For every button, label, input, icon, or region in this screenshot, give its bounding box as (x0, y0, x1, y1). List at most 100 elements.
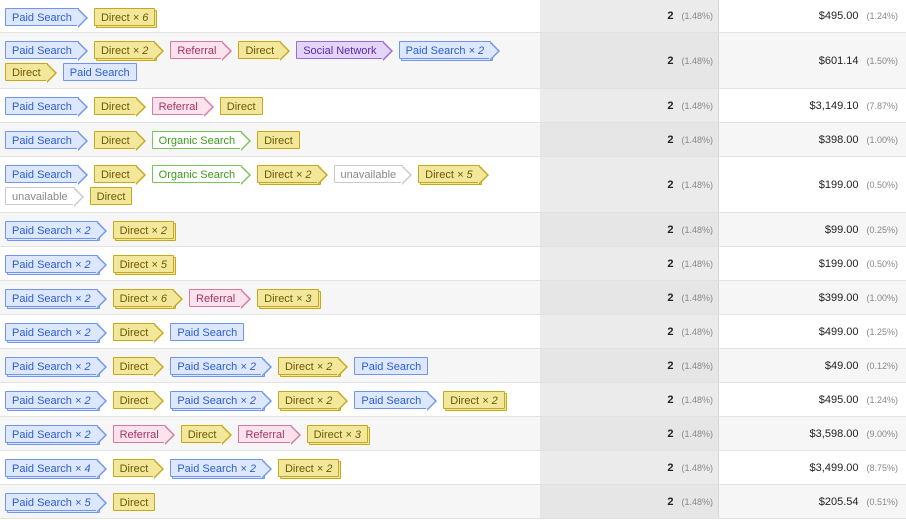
channel-chip-direct[interactable]: Direct (89, 187, 133, 205)
table-row[interactable]: Paid Search × 2 Direct × 6 Referral Direct … (0, 281, 906, 315)
channel-chip-direct[interactable]: Direct (112, 323, 165, 343)
table-row[interactable]: Paid Search Direct Organic Search Direct 2 (1… (0, 123, 906, 157)
channel-chip-direct[interactable]: Direct (5, 63, 57, 83)
channel-chip-paid-search[interactable]: Paid Search × 2 (5, 357, 107, 377)
channel-chip-direct[interactable]: Direct (112, 391, 165, 411)
channel-chip-unavailable[interactable]: unavailable (333, 165, 412, 185)
channel-label: Referral (158, 101, 198, 113)
channel-label: unavailable (340, 169, 397, 181)
table-row[interactable]: Paid Search × 2 Direct Paid Search × 2 Dire… (0, 383, 906, 417)
channel-chip-paid-search[interactable]: Paid Search (354, 357, 429, 375)
conversion-value: $99.00 (824, 223, 859, 236)
channel-chip-referral[interactable]: Referral (112, 425, 175, 445)
channel-chip-paid-search[interactable]: Paid Search (5, 41, 88, 61)
channel-chip-paid-search[interactable]: Paid Search (62, 63, 137, 81)
channel-chip-direct[interactable]: Direct (93, 131, 146, 151)
channel-label: Social Network (303, 45, 377, 57)
channel-chip-direct[interactable]: Direct (112, 459, 165, 479)
channel-chip-direct[interactable]: Direct (257, 131, 300, 149)
channel-chip-paid-search[interactable]: Paid Search (5, 97, 88, 117)
table-row[interactable]: Paid Search × 2 Referral Direct Referral Dir… (0, 417, 906, 451)
channel-chip-direct[interactable]: Direct × 2 (93, 41, 165, 61)
channel-chip-paid-search[interactable]: Paid Search × 2 (5, 391, 107, 411)
channel-label: Direct (284, 361, 314, 373)
channel-chip-paid-search[interactable]: Paid Search (5, 165, 88, 185)
channel-chip-paid-search[interactable]: Paid Search (5, 7, 88, 28)
channel-chip-referral[interactable]: Referral (238, 425, 301, 445)
channel-chip-direct[interactable]: Direct × 3 (306, 425, 368, 443)
channel-chip-social-network[interactable]: Social Network (296, 41, 393, 61)
channel-label: Direct (119, 327, 149, 339)
channel-chip-direct[interactable]: Direct × 2 (112, 221, 175, 239)
channel-chip-paid-search[interactable]: Paid Search × 2 (5, 289, 107, 309)
channel-chip-paid-search[interactable]: Paid Search (5, 131, 88, 151)
conversions-percent: (1.48%) (681, 496, 713, 507)
channel-label: Paid Search (12, 327, 72, 339)
conversions-cell: 2 (1.48%) (540, 247, 719, 280)
table-row[interactable]: Paid Search Direct Referral Direct 2 (1.48%) $… (0, 89, 906, 123)
channel-multiplier: × 3 (295, 293, 312, 305)
table-row[interactable]: Paid Search × 2 Direct × 2 2 (1.48%) $99.00(… (0, 213, 906, 247)
channel-chip-paid-search[interactable]: Paid Search (354, 391, 438, 411)
table-row[interactable]: Paid Search × 2 Direct Paid Search × 2 Dire… (0, 349, 906, 383)
channel-chip-paid-search[interactable]: Paid Search × 2 (5, 323, 107, 343)
table-row[interactable]: Paid Search × 2 Direct Paid Search 2 (1.48%)… (0, 315, 906, 349)
channel-chip-paid-search[interactable]: Paid Search × 2 (170, 391, 272, 411)
channel-chip-direct[interactable]: Direct × 3 (257, 289, 319, 307)
conversion-value: $601.14 (818, 54, 859, 67)
channel-label: Paid Search (12, 361, 72, 373)
channel-chip-direct[interactable]: Direct × 2 (257, 165, 328, 185)
table-row[interactable]: Paid Search Direct × 2 Referral Direct Socia… (0, 33, 906, 89)
channel-chip-direct[interactable]: Direct × 2 (277, 357, 349, 377)
channel-label: Direct (313, 429, 343, 441)
channel-chip-direct[interactable]: Direct (238, 41, 290, 61)
channel-chip-paid-search[interactable]: Paid Search × 5 (5, 493, 107, 513)
channel-multiplier: × 2 (75, 259, 91, 271)
channel-multiplier: × 2 (75, 225, 91, 237)
channel-chip-paid-search[interactable]: Paid Search × 2 (5, 221, 107, 241)
channel-chip-paid-search[interactable]: Paid Search × 2 (398, 41, 500, 61)
channel-chip-unavailable[interactable]: unavailable (5, 187, 84, 207)
conversions-percent: (1.48%) (681, 100, 713, 111)
channel-chip-direct[interactable]: Direct (93, 97, 146, 117)
table-row[interactable]: Paid Search Direct Organic Search Direct × … (0, 157, 906, 213)
channel-chip-direct[interactable]: Direct × 2 (277, 459, 340, 477)
channel-chip-direct[interactable]: Direct × 5 (112, 255, 175, 273)
conversion-value-percent: (0.50%) (866, 179, 898, 190)
conversion-value: $3,149.10 (809, 99, 859, 112)
channel-chip-direct[interactable]: Direct × 5 (418, 165, 490, 185)
channel-chip-paid-search[interactable]: Paid Search × 2 (170, 357, 272, 377)
channel-label: Paid Search (405, 45, 466, 57)
channel-chip-paid-search[interactable]: Paid Search × 4 (5, 459, 107, 479)
conversions-cell: 2 (1.48%) (540, 315, 719, 348)
channel-label: Direct (119, 361, 149, 373)
channel-label: Direct (264, 293, 293, 305)
channel-chip-organic-search[interactable]: Organic Search (151, 165, 252, 185)
table-row[interactable]: Paid Search × 4 Direct Paid Search × 2 Dire… (0, 451, 906, 485)
channel-chip-paid-search[interactable]: Paid Search × 2 (5, 425, 107, 445)
channel-label: Paid Search (361, 395, 422, 407)
channel-chip-referral[interactable]: Referral (189, 289, 252, 309)
table-row[interactable]: Paid Search × 5 Direct 2 (1.48%) $205.54 (0.5… (0, 485, 906, 519)
channel-chip-direct[interactable]: Direct (112, 493, 156, 511)
channel-chip-direct[interactable]: Direct (112, 357, 165, 377)
channel-chip-referral[interactable]: Referral (170, 41, 233, 61)
channel-chip-direct[interactable]: Direct × 6 (93, 7, 156, 26)
channel-label: Paid Search (12, 225, 72, 237)
table-row[interactable]: Paid Search Direct × 6 2 (1.48%) $495.00 (1.2… (0, 0, 906, 33)
table-row[interactable]: Paid Search × 2 Direct × 5 2 (1.48%) $199.00… (0, 247, 906, 281)
channel-chip-paid-search[interactable]: Paid Search × 2 (170, 459, 272, 479)
channel-chip-paid-search[interactable]: Paid Search × 2 (5, 255, 107, 275)
channel-chip-direct[interactable]: Direct × 6 (112, 289, 184, 309)
channel-chip-paid-search[interactable]: Paid Search (170, 323, 245, 341)
channel-chip-direct[interactable]: Direct (93, 165, 146, 185)
conversion-value-percent: (1.24%) (866, 11, 898, 21)
channel-chip-direct[interactable]: Direct × 2 (277, 391, 349, 411)
channel-chip-referral[interactable]: Referral (151, 97, 214, 117)
channel-chip-organic-search[interactable]: Organic Search (151, 131, 252, 151)
conversion-value-cell: $601.14 (1.50%) (719, 33, 906, 88)
channel-chip-direct[interactable]: Direct × 2 (443, 391, 505, 409)
channel-chip-direct[interactable]: Direct (180, 425, 233, 445)
channel-chip-direct[interactable]: Direct (219, 97, 263, 115)
conversion-value: $495.00 (818, 10, 859, 22)
